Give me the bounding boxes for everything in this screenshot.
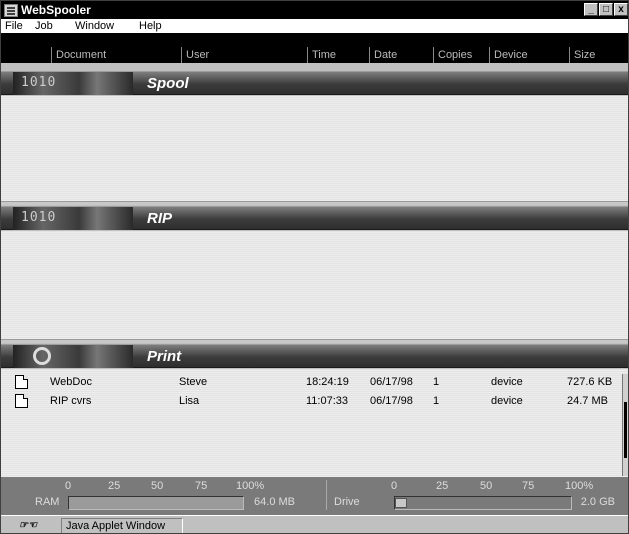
- job-document: WebDoc: [50, 376, 92, 388]
- ram-gauge-fill: [69, 497, 243, 509]
- rip-art: 1010: [13, 207, 133, 230]
- menu-job[interactable]: Job: [31, 20, 71, 32]
- gauge-divider: [326, 480, 327, 510]
- scroll-thumb[interactable]: [624, 402, 627, 458]
- spool-divider: [1, 201, 628, 205]
- print-art: [13, 345, 133, 368]
- drive-gauge: [394, 496, 572, 510]
- column-document[interactable]: Document: [51, 47, 181, 63]
- column-copies[interactable]: Copies: [433, 47, 489, 63]
- spool-section-title: Spool: [147, 75, 189, 92]
- webspooler-window: WebSpooler _ □ x File Job Window Help Do…: [0, 0, 629, 534]
- print-scrollbar[interactable]: [622, 374, 628, 476]
- ram-tick: 25: [108, 480, 121, 492]
- title-bar[interactable]: WebSpooler _ □ x: [1, 1, 628, 19]
- ram-label: RAM: [35, 496, 60, 508]
- window-controls: _ □ x: [583, 3, 628, 16]
- job-copies: 1: [433, 395, 440, 407]
- spool-section-bar[interactable]: 1010 Spool: [1, 71, 628, 95]
- column-header: Document User Time Date Copies Device Si…: [1, 33, 628, 63]
- maximize-button[interactable]: □: [599, 3, 613, 16]
- print-job-row[interactable]: WebDoc Steve 18:24:19 06/17/98 1 device …: [1, 374, 623, 391]
- menu-bar: File Job Window Help: [1, 19, 628, 33]
- job-document: RIP cvrs: [50, 395, 92, 407]
- column-time[interactable]: Time: [307, 47, 369, 63]
- drive-gauge-thumb: [395, 498, 407, 508]
- column-user[interactable]: User: [181, 47, 307, 63]
- column-size[interactable]: Size: [569, 47, 628, 63]
- rip-art-digits: 1010: [21, 210, 57, 225]
- close-button[interactable]: x: [614, 3, 628, 16]
- ram-total: 64.0 MB: [254, 496, 295, 508]
- spool-art: 1010: [13, 72, 133, 95]
- window-title: WebSpooler: [21, 3, 91, 17]
- job-device: device: [491, 395, 523, 407]
- job-copies: 1: [433, 376, 440, 388]
- rip-divider: [1, 339, 628, 343]
- menu-file[interactable]: File: [1, 20, 29, 32]
- gear-icon: [33, 347, 51, 365]
- minimize-button[interactable]: _: [584, 3, 598, 16]
- drive-tick: 100%: [565, 480, 594, 492]
- job-date: 06/17/98: [370, 376, 413, 388]
- app-window-icon[interactable]: [4, 3, 18, 17]
- menu-help[interactable]: Help: [135, 20, 175, 32]
- job-time: 18:24:19: [306, 376, 349, 388]
- job-size: 24.7 MB: [567, 395, 608, 407]
- status-bar: ☞☜ Java Applet Window: [1, 515, 628, 533]
- job-size: 727.6 KB: [567, 376, 613, 388]
- column-date[interactable]: Date: [369, 47, 433, 63]
- job-user: Steve: [179, 376, 208, 388]
- ram-tick: 100%: [236, 480, 265, 492]
- drive-tick: 0: [391, 480, 398, 492]
- job-time: 11:07:33: [306, 395, 349, 407]
- ram-tick: 75: [195, 480, 208, 492]
- status-text: Java Applet Window: [61, 518, 183, 533]
- drive-tick: 75: [522, 480, 535, 492]
- print-job-row[interactable]: RIP cvrs Lisa 11:07:33 06/17/98 1 device…: [1, 393, 623, 410]
- applet-icon: ☞☜: [19, 520, 37, 531]
- job-user: Lisa: [179, 395, 200, 407]
- document-icon: [15, 375, 28, 389]
- drive-label: Drive: [334, 496, 360, 508]
- drive-tick: 50: [480, 480, 493, 492]
- document-icon: [15, 394, 28, 408]
- ram-gauge: [68, 496, 244, 510]
- menu-window[interactable]: Window: [71, 20, 135, 32]
- job-date: 06/17/98: [370, 395, 413, 407]
- ram-tick: 50: [151, 480, 164, 492]
- drive-total: 2.0 GB: [580, 496, 615, 508]
- print-section-bar[interactable]: Print: [1, 344, 628, 368]
- ram-tick: 0: [65, 480, 72, 492]
- drive-tick: 25: [436, 480, 449, 492]
- spool-queue-pane[interactable]: [1, 96, 628, 201]
- rip-section-title: RIP: [147, 210, 173, 227]
- resource-gauges: 0 25 50 75 100% RAM 64.0 MB 0 25 50 75 1…: [1, 477, 628, 515]
- column-device[interactable]: Device: [489, 47, 569, 63]
- rip-queue-pane[interactable]: [1, 231, 628, 339]
- spool-art-digits: 1010: [21, 75, 57, 90]
- job-device: device: [491, 376, 523, 388]
- print-section-title: Print: [147, 348, 182, 365]
- rip-section-bar[interactable]: 1010 RIP: [1, 206, 628, 230]
